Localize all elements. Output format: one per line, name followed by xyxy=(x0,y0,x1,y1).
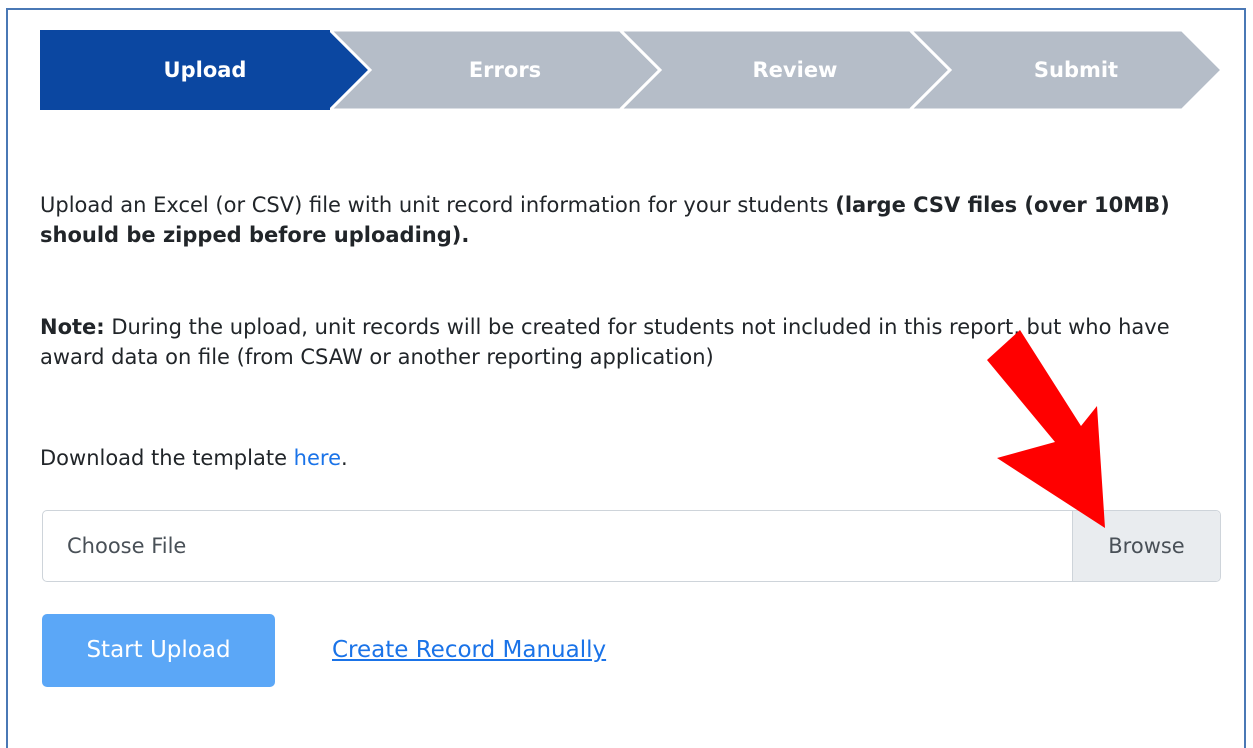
template-download-link[interactable]: here xyxy=(294,446,341,470)
step-label: Upload xyxy=(163,58,247,82)
step-review[interactable]: Review xyxy=(620,30,950,110)
step-submit[interactable]: Submit xyxy=(910,30,1222,110)
step-label: Submit xyxy=(1033,58,1119,82)
step-errors[interactable]: Errors xyxy=(330,30,660,110)
download-suffix: . xyxy=(341,446,348,470)
step-label: Errors xyxy=(468,58,542,82)
intro-text: Upload an Excel (or CSV) file with unit … xyxy=(40,193,836,217)
download-paragraph: Download the template here. xyxy=(40,443,348,473)
step-label: Review xyxy=(752,58,838,82)
download-prefix: Download the template xyxy=(40,446,294,470)
note-label: Note: xyxy=(40,315,105,339)
red-arrow-icon xyxy=(987,330,1105,528)
step-upload[interactable]: Upload xyxy=(40,30,370,110)
progress-stepper: Upload Errors Review Submit xyxy=(40,30,1222,110)
intro-paragraph: Upload an Excel (or CSV) file with unit … xyxy=(40,190,1230,250)
create-record-manually-link[interactable]: Create Record Manually xyxy=(332,614,606,687)
start-upload-button[interactable]: Start Upload xyxy=(42,614,275,687)
file-input-placeholder: Choose File xyxy=(67,534,187,558)
